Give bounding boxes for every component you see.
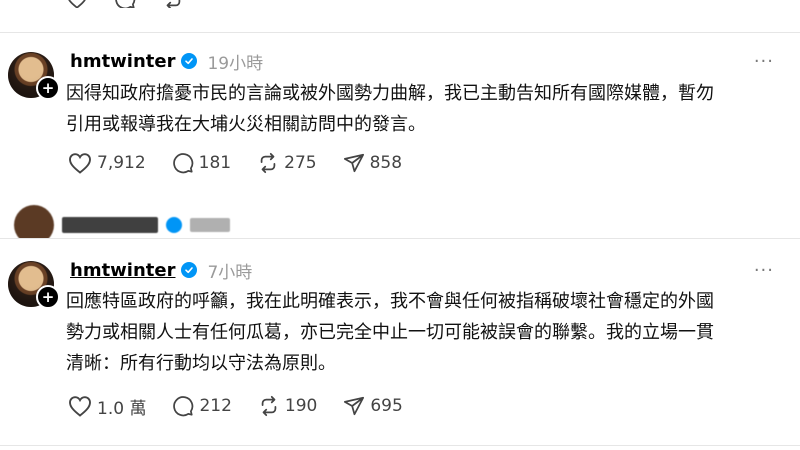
previous-post-actions-cropped bbox=[0, 0, 800, 8]
partially-hidden-post bbox=[0, 202, 800, 238]
share-icon bbox=[344, 396, 365, 416]
plus-icon[interactable]: + bbox=[36, 285, 60, 309]
post-text-line: 回應特區政府的呼籲，我在此明確表示，我不會與任何被指稱破壞社會穩定的外國 bbox=[66, 291, 714, 312]
post: + hmtwinter 7小時 ··· 回應特區政府的呼籲，我在此明確表示，我不… bbox=[0, 238, 800, 446]
share-button[interactable]: 858 bbox=[343, 152, 402, 174]
share-icon bbox=[343, 153, 364, 173]
repost-count: 190 bbox=[284, 396, 318, 416]
repost-button[interactable]: 275 bbox=[257, 152, 317, 174]
comment-count: 212 bbox=[199, 396, 232, 416]
comment-count: 181 bbox=[198, 153, 232, 173]
post-time[interactable]: 19小時 bbox=[207, 49, 263, 74]
comment-icon bbox=[115, 0, 136, 8]
repost-icon bbox=[260, 152, 276, 174]
repost-button[interactable] bbox=[162, 0, 184, 8]
repost-icon bbox=[261, 395, 277, 417]
like-button[interactable]: 7,912 bbox=[68, 152, 146, 174]
repost-count: 275 bbox=[284, 153, 317, 173]
share-count: 695 bbox=[370, 396, 403, 416]
like-count: 1.0 萬 bbox=[97, 398, 147, 419]
heart-icon bbox=[68, 0, 86, 8]
more-icon[interactable]: ··· bbox=[754, 51, 774, 72]
username[interactable]: hmtwinter bbox=[70, 51, 175, 72]
plus-icon[interactable]: + bbox=[36, 76, 60, 100]
post-text: 因得知政府擔憂市民的言論或被外國勢力曲解，我已主動告知所有國際媒體，暫勿 引用或… bbox=[66, 78, 796, 140]
post-actions: 1.0 萬 212 190 695 bbox=[68, 393, 429, 419]
time-placeholder bbox=[190, 218, 230, 232]
post-text-line: 引用或報導我在大埔火災相關訪問中的發言。 bbox=[66, 114, 426, 135]
post: + hmtwinter 19小時 ··· 因得知政府擔憂市民的言論或被外國勢力曲… bbox=[0, 32, 800, 203]
username[interactable]: hmtwinter bbox=[70, 260, 175, 281]
repost-button[interactable]: 190 bbox=[258, 395, 317, 417]
post-header: hmtwinter 7小時 bbox=[70, 258, 252, 283]
post-header: hmtwinter 19小時 bbox=[70, 49, 263, 74]
heart-icon bbox=[69, 153, 91, 174]
comment-button[interactable] bbox=[114, 0, 136, 8]
comment-button[interactable]: 181 bbox=[172, 152, 231, 174]
comment-icon bbox=[173, 396, 194, 417]
verified-icon bbox=[166, 217, 182, 233]
comment-button[interactable]: 212 bbox=[172, 395, 232, 417]
repost-icon bbox=[166, 0, 181, 8]
like-button[interactable] bbox=[66, 0, 88, 8]
post-text-line: 因得知政府擔憂市民的言論或被外國勢力曲解，我已主動告知所有國際媒體，暫勿 bbox=[66, 83, 714, 104]
post-text-line: 清晰：所有行動均以守法為原則。 bbox=[66, 353, 336, 374]
post-text: 回應特區政府的呼籲，我在此明確表示，我不會與任何被指稱破壞社會穩定的外國 勢力或… bbox=[66, 286, 796, 379]
verified-icon bbox=[181, 262, 198, 278]
like-button[interactable]: 1.0 萬 bbox=[68, 394, 146, 419]
verified-icon bbox=[181, 53, 198, 69]
avatar[interactable]: + bbox=[8, 52, 60, 100]
threads-feed: + hmtwinter 19小時 ··· 因得知政府擔憂市民的言論或被外國勢力曲… bbox=[0, 0, 800, 450]
more-icon[interactable]: ··· bbox=[754, 260, 774, 281]
post-text-line: 勢力或相關人士有任何瓜葛，亦已完全中止一切可能被誤會的聯繫。我的立場一貫 bbox=[66, 322, 714, 343]
comment-icon bbox=[172, 153, 193, 174]
share-button[interactable]: 695 bbox=[343, 395, 403, 417]
username-placeholder bbox=[62, 217, 158, 233]
post-time[interactable]: 7小時 bbox=[207, 258, 252, 283]
post-actions: 7,912 181 275 858 bbox=[68, 150, 428, 176]
avatar bbox=[14, 205, 54, 238]
share-count: 858 bbox=[369, 153, 403, 173]
heart-icon bbox=[69, 396, 91, 417]
like-count: 7,912 bbox=[97, 153, 146, 173]
avatar[interactable]: + bbox=[8, 261, 60, 309]
